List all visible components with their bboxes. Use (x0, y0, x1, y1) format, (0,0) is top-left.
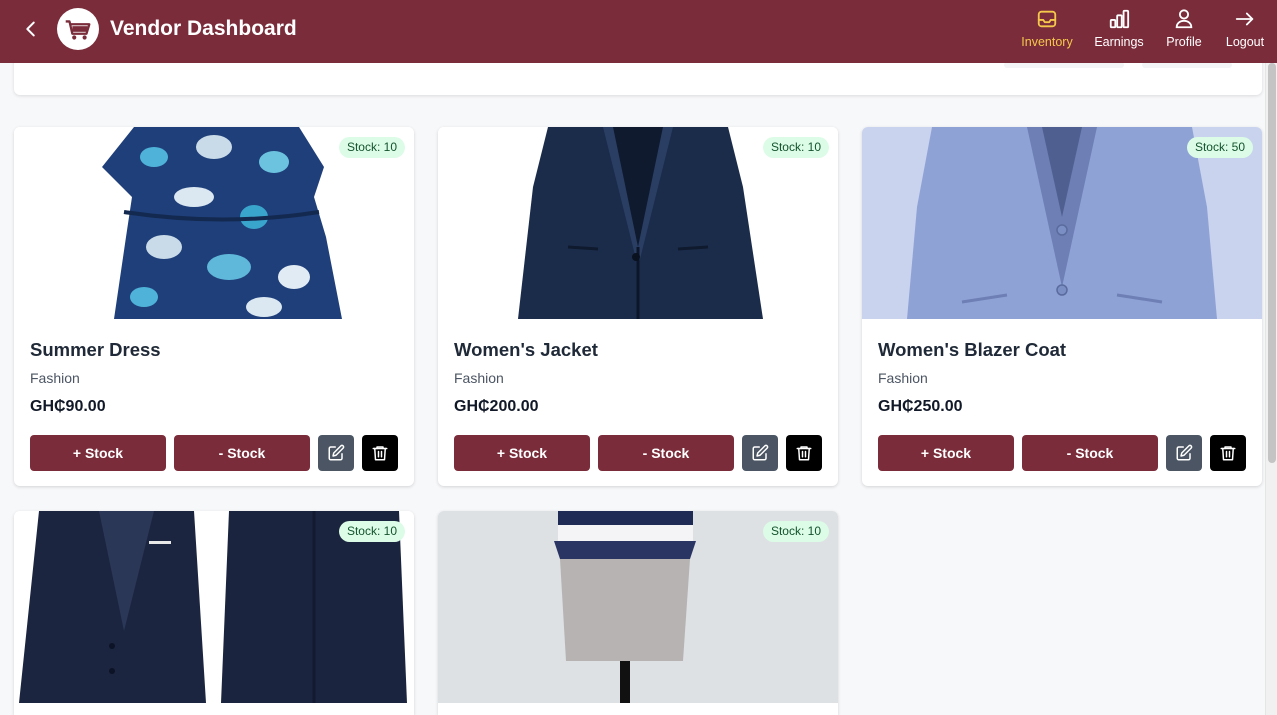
stock-badge: Stock: 10 (762, 137, 829, 158)
product-price: GH₵90.00 (30, 398, 106, 415)
remove-stock-button[interactable]: - Stock (174, 435, 310, 471)
nav-earnings[interactable]: Earnings (1093, 8, 1145, 54)
nav-logout[interactable]: Logout (1222, 8, 1268, 54)
remove-stock-button[interactable]: - Stock (598, 435, 734, 471)
product-name: Women's Jacket (454, 339, 598, 360)
stock-badge: Stock: 10 (762, 521, 829, 542)
product-category: Fashion (30, 370, 80, 386)
product-card: Stock: 50 Women's Blazer Coat Fashion GH… (862, 127, 1262, 486)
product-card: Stock: 10 Women's Jacket Fashion GH₵200.… (438, 127, 838, 486)
user-icon (1175, 9, 1193, 29)
nav-profile-label: Profile (1166, 35, 1202, 49)
delete-product-button[interactable] (1210, 435, 1246, 471)
product-price: GH₵250.00 (878, 398, 963, 415)
top-navbar: Vendor Dashboard Inventory Earnings Prof… (0, 0, 1277, 63)
nav-inventory-label: Inventory (1021, 35, 1073, 49)
edit-icon (1176, 444, 1193, 461)
add-stock-button[interactable]: + Stock (878, 435, 1014, 471)
product-price: GH₵200.00 (454, 398, 539, 415)
edit-product-button[interactable] (318, 435, 354, 471)
chevron-left-icon (26, 21, 35, 37)
product-category: Fashion (878, 370, 928, 386)
nav-logout-label: Logout (1225, 35, 1265, 49)
app-title: Vendor Dashboard (110, 17, 297, 40)
trash-icon (796, 446, 812, 461)
product-name: Women's Blazer Coat (878, 339, 1067, 360)
inbox-icon (1037, 10, 1057, 28)
edit-product-button[interactable] (742, 435, 778, 471)
product-card: Stock: 10 (438, 511, 838, 715)
stock-badge: Stock: 50 (1186, 137, 1253, 158)
add-stock-button[interactable]: + Stock (454, 435, 590, 471)
edit-product-button[interactable] (1166, 435, 1202, 471)
stock-badge: Stock: 10 (338, 137, 405, 158)
trash-icon (1220, 446, 1236, 461)
product-card: Stock: 10 (14, 511, 414, 715)
stock-badge: Stock: 10 (338, 521, 405, 542)
edit-icon (328, 444, 345, 461)
delete-product-button[interactable] (362, 435, 398, 471)
scrollbar-thumb[interactable] (1268, 63, 1276, 463)
edit-icon (752, 444, 769, 461)
add-stock-button[interactable]: + Stock (30, 435, 166, 471)
nav-profile[interactable]: Profile (1164, 8, 1204, 54)
remove-stock-button[interactable]: - Stock (1022, 435, 1158, 471)
bar-chart-icon (1109, 9, 1130, 29)
scrollbar[interactable] (1265, 63, 1277, 715)
trash-icon (372, 446, 388, 461)
delete-product-button[interactable] (786, 435, 822, 471)
back-button[interactable] (20, 18, 42, 40)
product-name: Summer Dress (30, 339, 161, 360)
nav-inventory[interactable]: Inventory (1020, 8, 1074, 54)
shopping-cart-icon (61, 12, 95, 46)
logo (57, 8, 99, 50)
nav-earnings-label: Earnings (1094, 35, 1144, 49)
arrow-right-icon (1235, 12, 1254, 26)
product-category: Fashion (454, 370, 504, 386)
product-card: Stock: 10 Summer Dress Fashion GH₵90.00 … (14, 127, 414, 486)
